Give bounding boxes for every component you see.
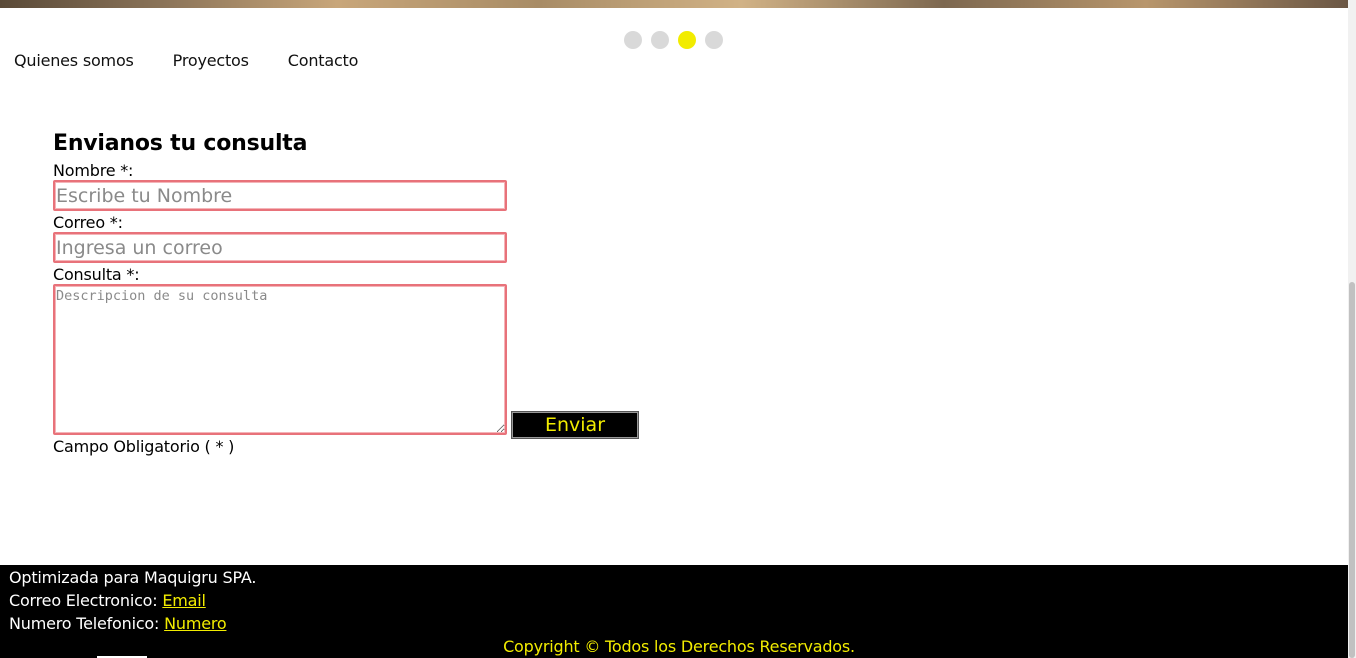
query-textarea[interactable] bbox=[53, 284, 507, 435]
slider-dot-1[interactable] bbox=[624, 31, 642, 49]
contact-form: Envianos tu consulta Nombre *: Correo *:… bbox=[53, 130, 639, 457]
hero-slider-image bbox=[0, 0, 1348, 8]
email-label: Correo *: bbox=[53, 213, 123, 232]
footer-company: Optimizada para Maquigru SPA. bbox=[9, 568, 257, 587]
site-footer: Optimizada para Maquigru SPA. Correo Ele… bbox=[0, 565, 1348, 658]
slider-dot-3[interactable] bbox=[678, 31, 696, 49]
footer-email-line: Correo Electronico: Email bbox=[0, 589, 1348, 612]
page-scrollbar[interactable] bbox=[1348, 0, 1356, 658]
footer-email-prefix: Correo Electronico: bbox=[9, 591, 163, 610]
slider-dot-2[interactable] bbox=[651, 31, 669, 49]
name-label: Nombre *: bbox=[53, 161, 134, 180]
nav-item-proyectos[interactable]: Proyectos bbox=[173, 51, 249, 71]
query-label: Consulta *: bbox=[53, 265, 140, 284]
scrollbar-thumb[interactable] bbox=[1349, 282, 1355, 658]
required-note: Campo Obligatorio ( * ) bbox=[53, 437, 235, 456]
submit-button[interactable]: Enviar bbox=[511, 411, 639, 439]
slider-dots bbox=[624, 31, 723, 49]
footer-phone-link[interactable]: Numero bbox=[164, 614, 227, 633]
slider-dot-4[interactable] bbox=[705, 31, 723, 49]
nav-item-quienes-somos[interactable]: Quienes somos bbox=[14, 51, 134, 71]
main-nav: Quienes somos Proyectos Contacto bbox=[14, 51, 397, 71]
nav-item-contacto[interactable]: Contacto bbox=[288, 51, 359, 71]
footer-email-link[interactable]: Email bbox=[162, 591, 206, 610]
footer-copyright: Copyright © Todos los Derechos Reservado… bbox=[503, 637, 855, 656]
form-title: Envianos tu consulta bbox=[53, 131, 308, 156]
footer-phone-line: Numero Telefonico: Numero bbox=[0, 612, 1348, 635]
footer-phone-prefix: Numero Telefonico: bbox=[9, 614, 165, 633]
email-input[interactable] bbox=[53, 232, 507, 263]
name-input[interactable] bbox=[53, 180, 507, 211]
